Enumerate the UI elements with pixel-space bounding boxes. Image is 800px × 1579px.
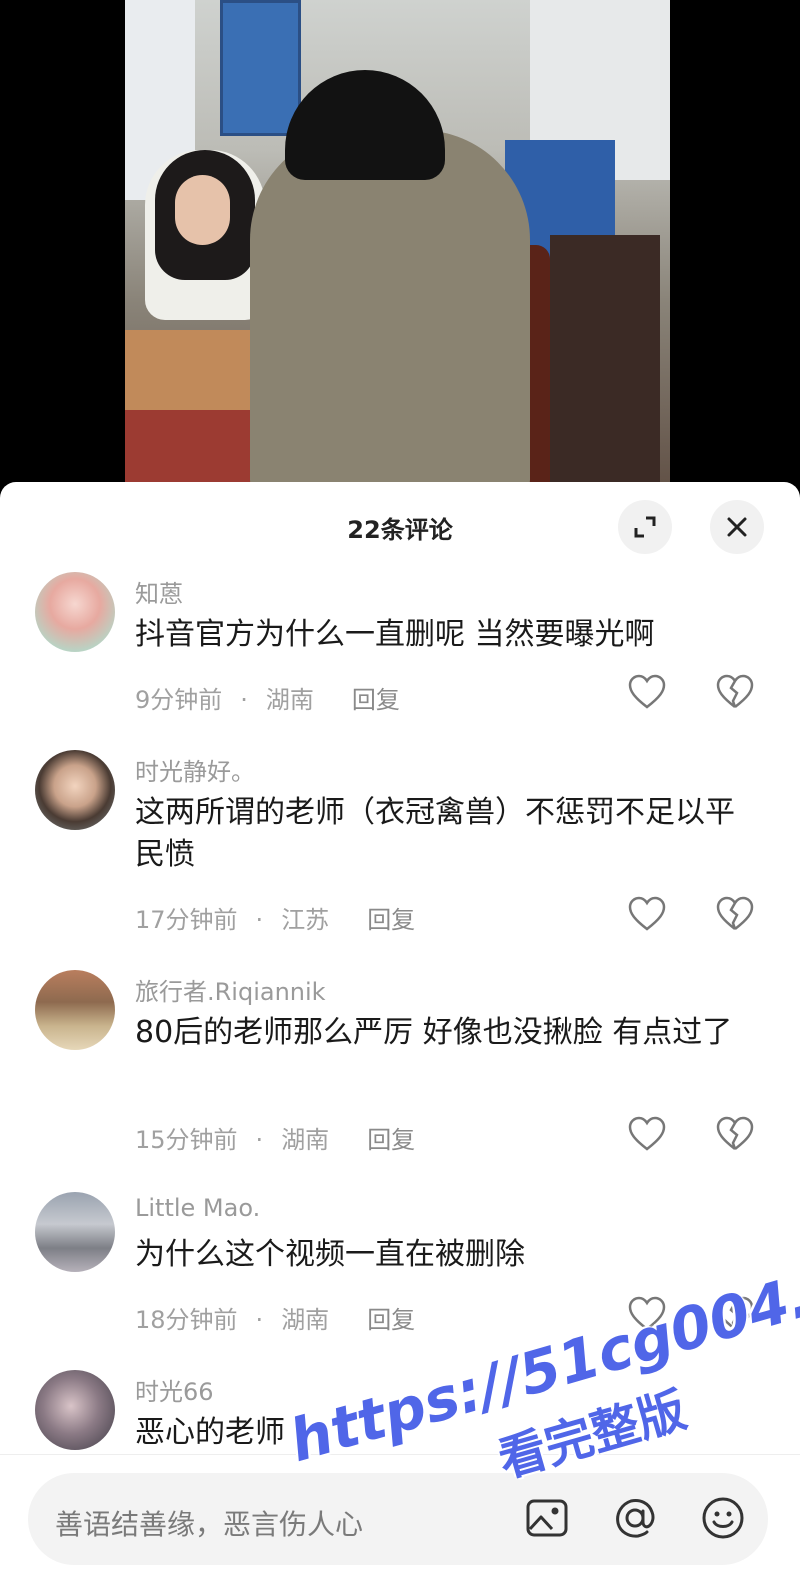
comment-item: 知蒽 抖音官方为什么一直删呢 当然要曝光啊 9分钟前 · 湖南 回复 [0,572,800,732]
heart-icon[interactable] [628,674,666,710]
video-person-face [175,175,230,245]
comments-header: 22条评论 [0,482,800,572]
reply-button[interactable]: 回复 [367,1126,415,1154]
expand-button[interactable] [618,500,672,554]
broken-heart-icon[interactable] [716,1296,754,1332]
heart-icon[interactable] [628,1296,666,1332]
comments-title: 22条评论 [347,516,453,544]
heart-icon[interactable] [628,896,666,932]
comment-input-bar: 善语结善缘，恶言伤人心 [0,1454,800,1579]
comments-sheet: 22条评论 知蒽 抖音官方为什么一直删呢 当然要曝光啊 9分钟前·湖南回复 [0,482,800,1578]
reply-button[interactable]: 回复 [352,686,400,714]
video-player[interactable] [0,0,800,500]
at-icon[interactable] [612,1495,658,1541]
avatar[interactable] [35,750,115,830]
comment-text: 80后的老师那么严厉 好像也没揪脸 有点过了 [135,1015,733,1050]
comment-time: 9分钟前 [135,686,223,714]
comment-username[interactable]: Little Mao. [135,1194,260,1222]
comment-meta: 17分钟前 · 江苏 回复 [135,906,416,934]
comment-time: 18分钟前 [135,1306,238,1334]
video-person-student [250,130,530,500]
video-person-student-hair [285,70,445,180]
comment-meta: 18分钟前 · 湖南 回复 [135,1306,416,1334]
avatar[interactable] [35,1370,115,1450]
broken-heart-icon[interactable] [716,674,754,710]
broken-heart-icon[interactable] [716,1116,754,1152]
avatar[interactable] [35,970,115,1050]
reply-button[interactable]: 回复 [367,1306,415,1334]
video-frame [125,0,670,500]
avatar[interactable] [35,1192,115,1272]
emoji-icon[interactable] [700,1495,746,1541]
comment-text: 抖音官方为什么一直删呢 当然要曝光啊 [135,617,655,652]
close-icon [727,517,747,537]
comment-meta: 15分钟前 · 湖南 回复 [135,1126,416,1154]
comment-time: 17分钟前 [135,906,238,934]
comment-location: 湖南 [281,1306,330,1334]
avatar[interactable] [35,572,115,652]
comment-location: 湖南 [281,1126,330,1154]
comment-location: 江苏 [281,906,330,934]
comment-location: 湖南 [265,686,314,714]
comment-item: 旅行者.Riqiannik 80后的老师那么严厉 好像也没揪脸 有点过了 15分… [0,970,800,1170]
reply-button[interactable]: 回复 [367,906,415,934]
close-button[interactable] [710,500,764,554]
heart-icon[interactable] [628,1116,666,1152]
comment-username[interactable]: 知蒽 [135,574,183,609]
comment-username[interactable]: 旅行者.Riqiannik [135,972,326,1007]
video-desk [550,235,660,495]
comment-text: 为什么这个视频一直在被删除 [135,1237,525,1272]
image-icon[interactable] [524,1495,570,1541]
comment-input-placeholder[interactable]: 善语结善缘，恶言伤人心 [55,1503,363,1543]
expand-icon [634,516,656,538]
video-wall-poster [220,0,301,136]
comment-username[interactable]: 时光静好。 [135,752,255,787]
comment-item: Little Mao. 为什么这个视频一直在被删除 18分钟前 · 湖南 回复 [0,1192,800,1352]
comment-text: 恶心的老师 [135,1415,285,1450]
comment-text: 这两所谓的老师（衣冠禽兽）不惩罚不足以平民愤 [135,795,735,872]
comment-username[interactable]: 时光66 [135,1372,214,1407]
comment-meta: 9分钟前 · 湖南 回复 [135,686,400,714]
comment-time: 15分钟前 [135,1126,238,1154]
comment-item: 时光静好。 这两所谓的老师（衣冠禽兽）不惩罚不足以平民愤 17分钟前 · 江苏 回复 [0,750,800,950]
broken-heart-icon[interactable] [716,896,754,932]
